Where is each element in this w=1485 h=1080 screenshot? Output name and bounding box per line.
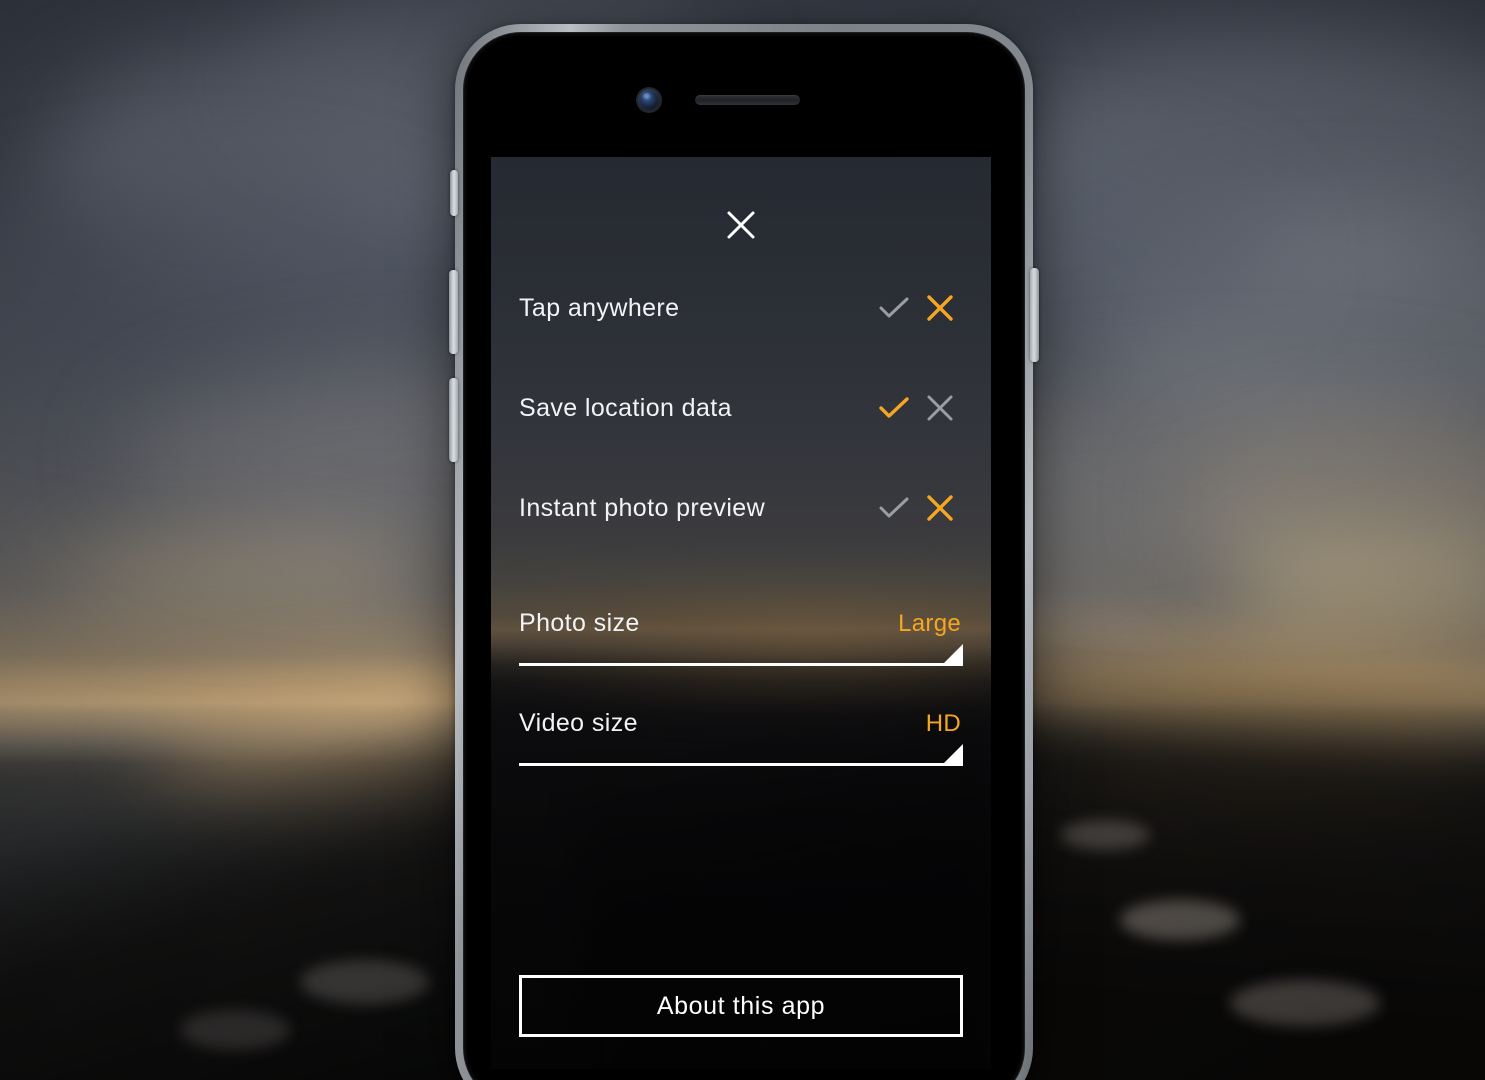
setting-row-video-size[interactable]: Video size HD — [519, 709, 963, 766]
cross-icon-instant-photo-preview[interactable] — [917, 487, 963, 529]
photo-size-value: Large — [898, 610, 961, 637]
phone-device: Tap anywhere Save location data Instant … — [449, 24, 1039, 1080]
volume-up-button[interactable] — [449, 270, 458, 354]
dropdown-caret-icon[interactable] — [941, 744, 963, 766]
check-icon-save-location-data[interactable] — [871, 387, 917, 429]
setting-row-save-location-data: Save location data — [519, 387, 963, 429]
setting-label: Tap anywhere — [519, 293, 680, 322]
settings-panel: Tap anywhere Save location data Instant … — [491, 157, 991, 1069]
photo-size-underline — [519, 644, 963, 666]
about-this-app-button[interactable]: About this app — [519, 975, 963, 1037]
earpiece-speaker — [695, 95, 800, 105]
video-size-underline — [519, 744, 963, 766]
silent-switch-button[interactable] — [450, 170, 458, 216]
setting-label: Save location data — [519, 393, 732, 422]
setting-row-tap-anywhere: Tap anywhere — [519, 287, 963, 329]
front-camera-icon — [638, 89, 660, 111]
video-size-value: HD — [925, 710, 961, 737]
volume-down-button[interactable] — [449, 378, 458, 462]
power-button[interactable] — [1030, 268, 1039, 362]
check-icon-tap-anywhere[interactable] — [871, 287, 917, 329]
photo-size-row-top: Photo size Large — [519, 609, 963, 649]
setting-row-photo-size[interactable]: Photo size Large — [519, 609, 963, 666]
video-size-row-top: Video size HD — [519, 709, 963, 749]
check-icon-instant-photo-preview[interactable] — [871, 487, 917, 529]
close-icon[interactable] — [723, 207, 759, 243]
setting-label: Instant photo preview — [519, 493, 766, 522]
cross-icon-save-location-data[interactable] — [917, 387, 963, 429]
phone-screen: Tap anywhere Save location data Instant … — [491, 157, 991, 1069]
cross-icon-tap-anywhere[interactable] — [917, 287, 963, 329]
setting-row-instant-photo-preview: Instant photo preview — [519, 487, 963, 529]
camera-lens-glint — [643, 93, 650, 99]
setting-label: Video size — [519, 709, 638, 737]
dropdown-caret-icon[interactable] — [941, 644, 963, 666]
setting-label: Photo size — [519, 609, 640, 637]
screenshot-stage: Tap anywhere Save location data Instant … — [0, 0, 1485, 1080]
